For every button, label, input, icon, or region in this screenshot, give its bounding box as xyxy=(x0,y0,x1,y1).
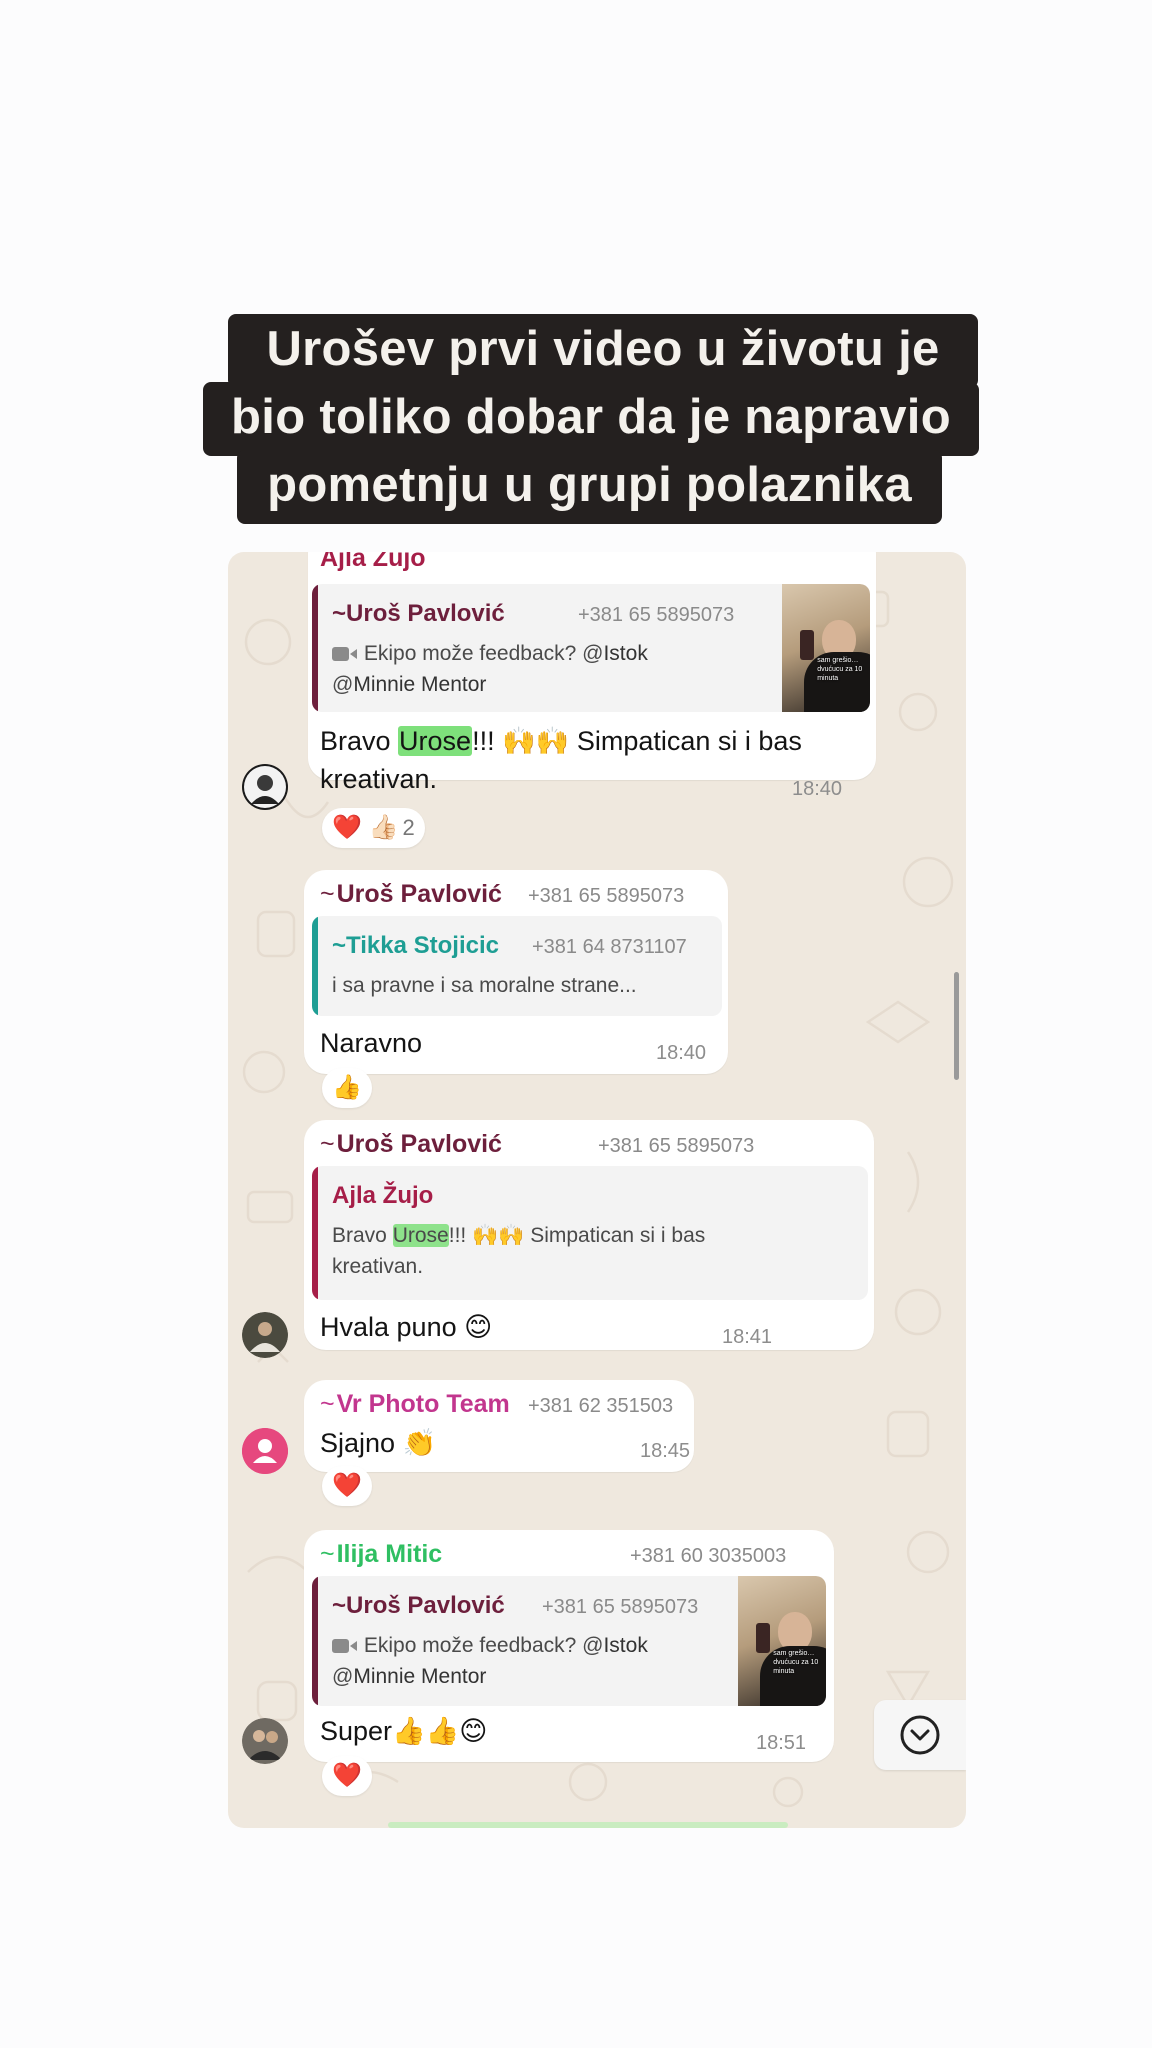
sender-name: ~Ilija Mitic xyxy=(320,1540,443,1568)
message-timestamp: 18:41 xyxy=(722,1326,773,1348)
video-thumbnail[interactable]: sam grešio… dvućucu za 10 minuta xyxy=(782,584,870,712)
quoted-phone-number: +381 65 5895073 xyxy=(578,604,735,626)
quoted-text: Ekipo može feedback? @Istok @Minnie Ment… xyxy=(332,1634,648,1688)
quoted-message[interactable]: ~Tikka Stojicic +381 64 8731107 i sa pra… xyxy=(312,916,722,1016)
message-text: Sjajno 👏 xyxy=(320,1428,437,1458)
message-text: Naravno xyxy=(320,1028,423,1058)
video-camera-icon xyxy=(332,647,357,661)
quoted-message[interactable]: ~Uroš Pavlović +381 65 5895073 Ekipo mož… xyxy=(312,1576,826,1706)
quoted-text: Bravo Urose!!! 🙌🙌 Simpatican si i bas kr… xyxy=(332,1224,706,1278)
sender-name: ~Uroš Pavlović xyxy=(320,1130,502,1158)
quoted-sender-name: ~Uroš Pavlović xyxy=(332,1592,505,1619)
message-timestamp: 18:51 xyxy=(756,1732,807,1754)
thumbnail-caption: sam grešio… dvućucu za 10 minuta xyxy=(773,1649,819,1675)
highlighted-word: Urose xyxy=(398,726,473,756)
avatar[interactable] xyxy=(242,1718,288,1764)
sender-name: Ajla Žujo xyxy=(320,552,426,572)
message-text: Hvala puno 😊 xyxy=(320,1312,493,1342)
quoted-phone-number: +381 64 8731107 xyxy=(532,936,687,958)
quoted-message[interactable]: ~Uroš Pavlović +381 65 5895073 Ekipo mož… xyxy=(312,584,870,712)
mention[interactable]: Minnie Mentor xyxy=(353,673,486,696)
person-avatar-icon xyxy=(242,1718,288,1764)
person-avatar-icon xyxy=(244,766,286,808)
quoted-text: i sa pravne i sa moralne strane... xyxy=(332,974,637,997)
reaction-badge[interactable]: 👍 xyxy=(322,1068,372,1108)
sender-name: ~Vr Photo Team xyxy=(320,1390,510,1418)
sender-phone-number: +381 65 5895073 xyxy=(598,1135,755,1157)
message-timestamp: 18:40 xyxy=(792,778,843,800)
quoted-sender-name: ~Tikka Stojicic xyxy=(332,932,499,959)
avatar[interactable] xyxy=(242,764,288,810)
quoted-phone-number: +381 65 5895073 xyxy=(542,1596,699,1618)
reaction-badge[interactable]: ❤️ xyxy=(322,1466,372,1506)
scroll-to-bottom-button[interactable] xyxy=(874,1700,966,1770)
message-timestamp: 18:40 xyxy=(656,1042,707,1064)
video-camera-icon xyxy=(332,1639,357,1653)
sender-phone-number: +381 65 5895073 xyxy=(528,885,685,907)
caption-line-3: pometnju u grupi polaznika xyxy=(237,450,942,524)
quoted-sender-name: Ajla Žujo xyxy=(332,1182,434,1209)
avatar[interactable] xyxy=(242,1428,288,1474)
quote-bar xyxy=(312,584,318,712)
person-avatar-icon xyxy=(242,1312,288,1358)
caption-line-1: Urošev prvi video u životu je xyxy=(228,314,978,388)
chat-screenshot: Ajla Žujo ~Uroš Pavlović +381 65 5895073… xyxy=(228,552,966,1828)
scrollbar[interactable] xyxy=(954,972,959,1080)
mention[interactable]: Minnie Mentor xyxy=(353,1665,486,1688)
composer-edge xyxy=(388,1822,788,1828)
message-text: Bravo Urose!!! 🙌🙌 Simpatican si i bas kr… xyxy=(320,726,802,794)
sender-phone-number: +381 62 351503 xyxy=(528,1395,674,1417)
highlighted-word: Urose xyxy=(392,1224,449,1247)
message-text: Super👍👍😊 xyxy=(320,1716,488,1746)
reaction-count: 2 xyxy=(402,815,415,840)
quote-bar xyxy=(312,916,318,1016)
avatar[interactable] xyxy=(242,1312,288,1358)
quoted-text: Ekipo može feedback? @Istok @Minnie Ment… xyxy=(332,642,648,696)
mention[interactable]: Istok xyxy=(603,642,647,665)
thumbnail-caption: sam grešio… dvućucu za 10 minuta xyxy=(817,656,863,682)
video-thumbnail[interactable]: sam grešio… dvućucu za 10 minuta xyxy=(738,1576,826,1706)
quoted-sender-name: ~Uroš Pavlović xyxy=(332,600,505,627)
mention[interactable]: Istok xyxy=(603,1634,647,1657)
sender-name: ~Uroš Pavlović xyxy=(320,880,502,908)
sender-phone-number: +381 60 3035003 xyxy=(630,1545,787,1567)
quoted-message[interactable]: Ajla Žujo Bravo Urose!!! 🙌🙌 Simpatican s… xyxy=(312,1166,868,1300)
reaction-badge[interactable]: ❤️ xyxy=(322,1756,372,1796)
reaction-badge[interactable]: ❤️ 👍🏻 2 xyxy=(322,808,425,848)
default-user-icon xyxy=(242,1428,288,1474)
chevron-down-circle-icon xyxy=(900,1715,940,1755)
caption-line-2: bio toliko dobar da je napravio xyxy=(203,382,979,456)
message-timestamp: 18:45 xyxy=(640,1440,691,1462)
quote-bar xyxy=(312,1166,318,1300)
quote-bar xyxy=(312,1576,318,1706)
